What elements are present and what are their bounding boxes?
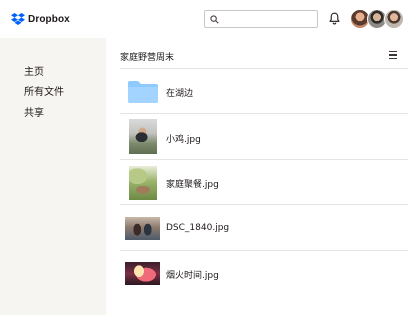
sidebar-item-all-files[interactable]: 所有文件: [24, 83, 64, 98]
avatar[interactable]: [384, 9, 404, 29]
file-name: 烟火时间.jpg: [166, 271, 219, 281]
image-thumbnail: [129, 119, 157, 154]
search-box[interactable]: [204, 10, 318, 28]
image-thumbnail: [129, 166, 157, 200]
main-content: 家庭野营周末 在湖边 小鸡.jpg 家庭聚餐.jpg DSC_1840.jpg …: [106, 38, 414, 315]
sidebar-item-shared[interactable]: 共享: [24, 104, 44, 119]
folder-icon: [128, 81, 158, 103]
breadcrumb[interactable]: 家庭野营周末: [120, 50, 174, 63]
image-thumbnail: [125, 262, 160, 285]
dropbox-icon: [11, 13, 25, 25]
brand-name: Dropbox: [28, 13, 70, 25]
file-row-image[interactable]: 烟火时间.jpg: [120, 251, 408, 296]
file-name: DSC_1840.jpg: [166, 223, 230, 233]
search-icon: [210, 15, 219, 24]
file-name: 家庭聚餐.jpg: [166, 180, 219, 190]
sidebar: 主页 所有文件 共享: [0, 38, 106, 315]
file-name: 小鸡.jpg: [166, 135, 201, 145]
search-input[interactable]: [223, 12, 313, 26]
file-row-folder[interactable]: 在湖边: [120, 69, 408, 114]
image-thumbnail: [125, 217, 160, 240]
dropbox-logo[interactable]: Dropbox: [11, 12, 70, 26]
bell-icon[interactable]: [329, 12, 340, 25]
file-row-image[interactable]: DSC_1840.jpg: [120, 206, 408, 251]
menu-icon[interactable]: [389, 51, 399, 60]
file-name: 在湖边: [166, 89, 194, 99]
file-row-image[interactable]: 小鸡.jpg: [120, 115, 408, 160]
file-row-image[interactable]: 家庭聚餐.jpg: [120, 160, 408, 205]
top-bar: Dropbox: [0, 0, 414, 38]
sidebar-item-home[interactable]: 主页: [24, 63, 44, 78]
